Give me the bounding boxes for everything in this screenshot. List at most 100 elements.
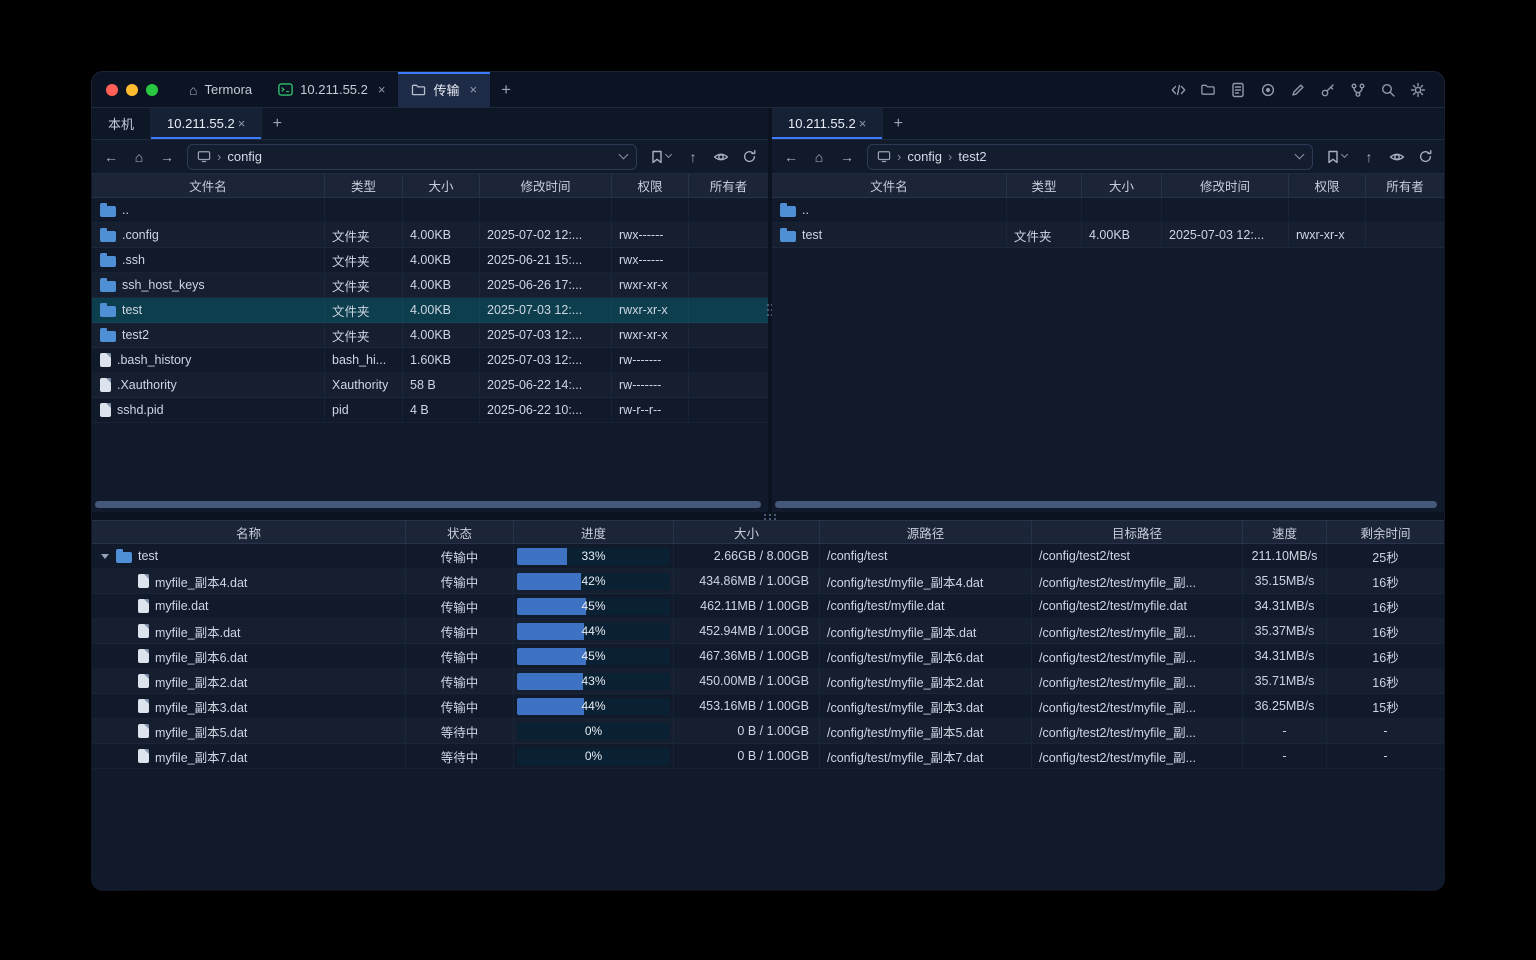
transfer-row[interactable]: myfile_副本6.dat 传输中 45% 467.36MB / 1.00GB… — [92, 644, 1444, 669]
home-button[interactable]: ⌂ — [806, 144, 832, 170]
transfer-row[interactable]: myfile.dat 传输中 45% 462.11MB / 1.00GB /co… — [92, 594, 1444, 619]
tab-remote-host[interactable]: 10.211.55.2 × — [151, 108, 262, 139]
refresh-button[interactable] — [1412, 144, 1438, 170]
column-permissions[interactable]: 权限 — [1289, 174, 1366, 197]
breadcrumb-segment[interactable]: config — [227, 149, 262, 164]
horizontal-splitter[interactable] — [92, 512, 1444, 520]
forward-button[interactable]: → — [834, 144, 860, 170]
bookmark-button[interactable] — [1320, 144, 1354, 170]
column-permissions[interactable]: 权限 — [612, 174, 689, 197]
edit-icon[interactable] — [1286, 78, 1310, 102]
transfer-row[interactable]: test 传输中 33% 2.66GB / 8.00GB /config/tes… — [92, 544, 1444, 569]
chevron-down-icon[interactable] — [1295, 150, 1305, 160]
column-owner[interactable]: 所有者 — [1366, 174, 1444, 197]
transfer-row[interactable]: myfile_副本.dat 传输中 44% 452.94MB / 1.00GB … — [92, 619, 1444, 644]
column-eta[interactable]: 剩余时间 — [1327, 521, 1444, 543]
tab-label: 传输 — [433, 80, 459, 99]
path-breadcrumb[interactable]: ›config›test2 — [867, 144, 1313, 170]
column-name[interactable]: 名称 — [92, 521, 406, 543]
up-directory-button[interactable]: ↑ — [680, 144, 706, 170]
add-panel-tab-button[interactable]: + — [883, 108, 913, 139]
column-target-path[interactable]: 目标路径 — [1032, 521, 1243, 543]
chevron-down-icon[interactable] — [100, 554, 110, 559]
tab-transfer[interactable]: 传输 × — [398, 72, 490, 107]
close-tab-icon[interactable]: × — [469, 82, 477, 97]
log-icon[interactable] — [1226, 78, 1250, 102]
chevron-down-icon[interactable] — [619, 150, 629, 160]
tab-remote-host[interactable]: 10.211.55.2 × — [772, 108, 883, 139]
transfer-speed: 34.31MB/s — [1243, 594, 1327, 618]
breadcrumb-segment[interactable]: config — [907, 149, 942, 164]
folder-icon[interactable] — [1196, 78, 1220, 102]
column-status[interactable]: 状态 — [406, 521, 514, 543]
transfer-row[interactable]: myfile_副本5.dat 等待中 0% 0 B / 1.00GB /conf… — [92, 719, 1444, 744]
file-owner — [689, 273, 768, 297]
file-row[interactable]: test2 文件夹 4.00KB 2025-07-03 12:... rwxr-… — [92, 323, 768, 348]
transfer-row[interactable]: myfile_副本2.dat 传输中 43% 450.00MB / 1.00GB… — [92, 669, 1444, 694]
up-directory-button[interactable]: ↑ — [1356, 144, 1382, 170]
back-button[interactable]: ← — [98, 144, 124, 170]
file-row[interactable]: .bash_history bash_hi... 1.60KB 2025-07-… — [92, 348, 768, 373]
scrollbar-thumb[interactable] — [775, 501, 1437, 508]
transfer-status: 等待中 — [406, 744, 514, 768]
record-icon[interactable] — [1256, 78, 1280, 102]
file-row[interactable]: .Xauthority Xauthority 58 B 2025-06-22 1… — [92, 373, 768, 398]
column-type[interactable]: 类型 — [325, 174, 403, 197]
file-type: 文件夹 — [325, 298, 403, 322]
right-navbar: ← ⌂ → ›config›test2 ↑ — [772, 140, 1444, 174]
file-row[interactable]: sshd.pid pid 4 B 2025-06-22 10:... rw-r-… — [92, 398, 768, 423]
back-button[interactable]: ← — [778, 144, 804, 170]
column-size[interactable]: 大小 — [403, 174, 480, 197]
show-hidden-button[interactable] — [1384, 144, 1410, 170]
transfer-row[interactable]: myfile_副本3.dat 传输中 44% 453.16MB / 1.00GB… — [92, 694, 1444, 719]
close-window-button[interactable] — [106, 84, 118, 96]
add-panel-tab-button[interactable]: + — [262, 108, 292, 139]
path-breadcrumb[interactable]: ›config — [187, 144, 637, 170]
column-mtime[interactable]: 修改时间 — [480, 174, 612, 197]
tab-terminal-session[interactable]: 10.211.55.2 × — [265, 72, 398, 107]
bookmark-button[interactable] — [644, 144, 678, 170]
column-mtime[interactable]: 修改时间 — [1162, 174, 1289, 197]
tab-local[interactable]: 本机 — [92, 108, 151, 139]
new-tab-button[interactable]: + — [490, 72, 522, 107]
transfer-row[interactable]: myfile_副本4.dat 传输中 42% 434.86MB / 1.00GB… — [92, 569, 1444, 594]
tab-termora[interactable]: ⌂ Termora — [176, 72, 265, 107]
file-row[interactable]: .config 文件夹 4.00KB 2025-07-02 12:... rwx… — [92, 223, 768, 248]
horizontal-scrollbar[interactable] — [775, 501, 1437, 508]
show-hidden-button[interactable] — [708, 144, 734, 170]
column-progress[interactable]: 进度 — [514, 521, 674, 543]
close-tab-icon[interactable]: × — [859, 116, 867, 131]
search-icon[interactable] — [1376, 78, 1400, 102]
close-tab-icon[interactable]: × — [238, 116, 246, 131]
key-icon[interactable] — [1316, 78, 1340, 102]
home-button[interactable]: ⌂ — [126, 144, 152, 170]
minimize-window-button[interactable] — [126, 84, 138, 96]
forward-button[interactable]: → — [154, 144, 180, 170]
file-row[interactable]: .. — [772, 198, 1444, 223]
file-size — [1082, 198, 1162, 222]
column-owner[interactable]: 所有者 — [689, 174, 768, 197]
code-icon[interactable] — [1166, 78, 1190, 102]
file-row[interactable]: test 文件夹 4.00KB 2025-07-03 12:... rwxr-x… — [772, 223, 1444, 248]
file-row[interactable]: .. — [92, 198, 768, 223]
branch-icon[interactable] — [1346, 78, 1370, 102]
target-path: /config/test2/test/myfile_副... — [1032, 569, 1243, 593]
column-source-path[interactable]: 源路径 — [820, 521, 1032, 543]
settings-icon[interactable] — [1406, 78, 1430, 102]
close-tab-icon[interactable]: × — [378, 82, 386, 97]
column-speed[interactable]: 速度 — [1243, 521, 1327, 543]
file-row[interactable]: test 文件夹 4.00KB 2025-07-03 12:... rwxr-x… — [92, 298, 768, 323]
file-row[interactable]: .ssh 文件夹 4.00KB 2025-06-21 15:... rwx---… — [92, 248, 768, 273]
column-size[interactable]: 大小 — [674, 521, 820, 543]
file-row[interactable]: ssh_host_keys 文件夹 4.00KB 2025-06-26 17:.… — [92, 273, 768, 298]
breadcrumb-segment[interactable]: test2 — [958, 149, 986, 164]
scrollbar-thumb[interactable] — [95, 501, 761, 508]
column-type[interactable]: 类型 — [1007, 174, 1082, 197]
horizontal-scrollbar[interactable] — [95, 501, 761, 508]
refresh-button[interactable] — [736, 144, 762, 170]
column-filename[interactable]: 文件名 — [92, 174, 325, 197]
column-filename[interactable]: 文件名 — [772, 174, 1007, 197]
zoom-window-button[interactable] — [146, 84, 158, 96]
column-size[interactable]: 大小 — [1082, 174, 1162, 197]
transfer-row[interactable]: myfile_副本7.dat 等待中 0% 0 B / 1.00GB /conf… — [92, 744, 1444, 769]
